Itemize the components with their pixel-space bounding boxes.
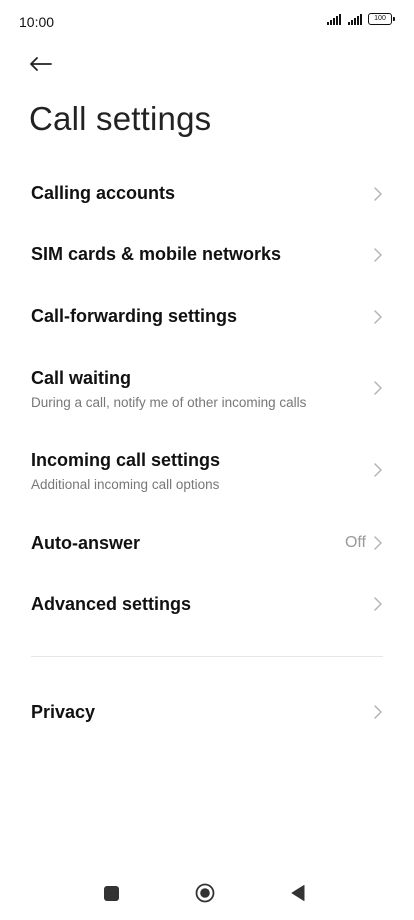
chevron-right-icon xyxy=(374,463,382,477)
chevron-right-icon xyxy=(374,187,382,201)
status-bar: 10:00 100 xyxy=(0,0,414,44)
row-title: Call waiting xyxy=(31,368,132,388)
row-title: Privacy xyxy=(31,702,96,722)
row-calling-accounts[interactable]: Calling accounts xyxy=(0,163,414,225)
row-subtitle: During a call, notify me of other incomi… xyxy=(31,395,307,410)
nav-back-button[interactable] xyxy=(290,884,306,902)
row-privacy[interactable]: Privacy xyxy=(0,681,414,743)
chevron-right-icon xyxy=(374,248,382,262)
chevron-right-icon xyxy=(374,705,382,719)
row-auto-answer[interactable]: Auto-answer Off xyxy=(0,512,414,574)
recents-button[interactable] xyxy=(104,886,119,901)
battery-icon: 100 xyxy=(368,13,395,25)
chevron-right-icon xyxy=(374,597,382,611)
row-incoming-call-settings[interactable]: Incoming call settings Additional incomi… xyxy=(0,432,414,510)
signal-icon-2 xyxy=(348,14,362,25)
battery-level: 100 xyxy=(374,15,386,22)
page-title: Call settings xyxy=(29,100,212,137)
chevron-right-icon xyxy=(374,536,382,550)
row-title: Auto-answer xyxy=(31,533,141,553)
row-call-waiting[interactable]: Call waiting During a call, notify me of… xyxy=(0,350,414,428)
home-button[interactable] xyxy=(195,883,215,903)
status-time: 10:00 xyxy=(19,14,55,30)
row-advanced-settings[interactable]: Advanced settings xyxy=(0,573,414,635)
row-title: Calling accounts xyxy=(31,183,176,203)
arrow-left-icon xyxy=(30,57,52,71)
auto-answer-value: Off xyxy=(344,534,366,551)
row-title: Advanced settings xyxy=(31,594,192,614)
row-sim-cards[interactable]: SIM cards & mobile networks xyxy=(0,224,414,286)
section-divider xyxy=(31,656,383,657)
back-button[interactable] xyxy=(26,50,56,78)
row-subtitle: Additional incoming call options xyxy=(31,477,220,492)
row-title: Incoming call settings xyxy=(31,450,221,470)
status-icons: 100 xyxy=(327,13,395,25)
row-title: SIM cards & mobile networks xyxy=(31,244,282,264)
chevron-right-icon xyxy=(374,310,382,324)
signal-icon xyxy=(327,14,341,25)
row-title: Call-forwarding settings xyxy=(31,306,238,326)
row-call-forwarding[interactable]: Call-forwarding settings xyxy=(0,285,414,347)
chevron-right-icon xyxy=(374,381,382,395)
